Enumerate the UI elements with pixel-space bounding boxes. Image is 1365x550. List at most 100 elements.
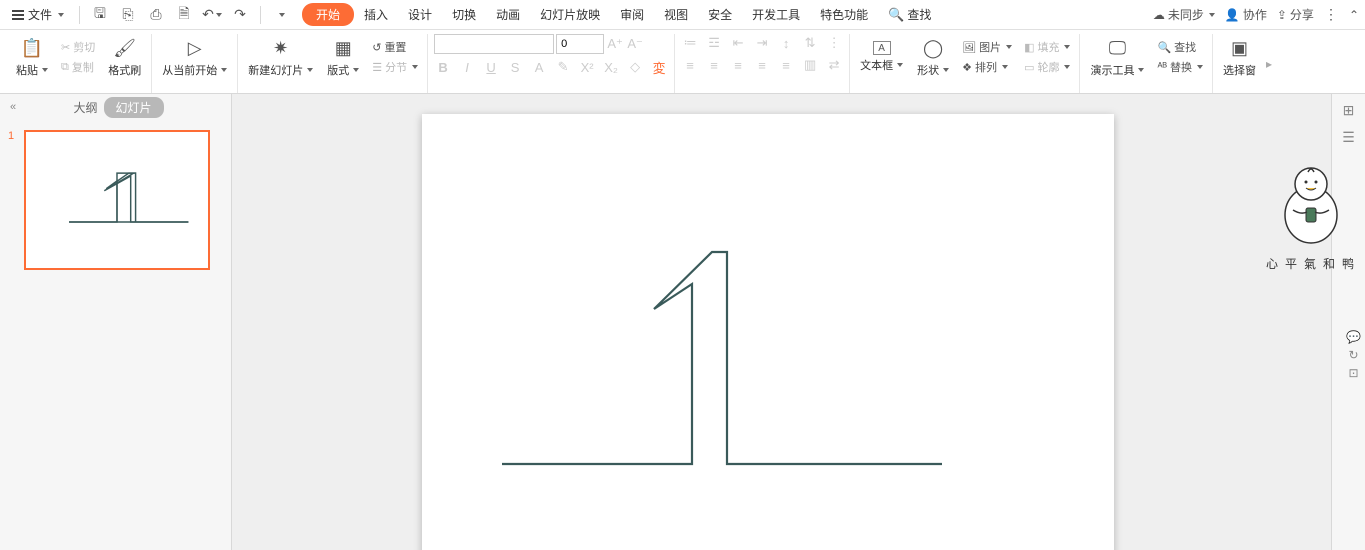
format-painter-button[interactable]: 🖌 格式刷: [104, 34, 145, 80]
tab-security[interactable]: 安全: [698, 2, 742, 27]
tab-start[interactable]: 开始: [302, 3, 354, 26]
ribbon-overflow-icon[interactable]: ▸: [1266, 34, 1272, 93]
sync-status[interactable]: ☁ 未同步: [1153, 6, 1215, 23]
shape-button[interactable]: ◯ 形状: [913, 34, 953, 80]
sections-button[interactable]: ☰分节: [369, 58, 421, 76]
cloud-icon: ☁: [1153, 8, 1165, 22]
selection-pane-icon: ▣: [1228, 36, 1252, 60]
justify-icon[interactable]: ≡: [753, 56, 771, 74]
arrange-icon: ❖: [962, 61, 972, 74]
highlight-icon[interactable]: ✎: [554, 58, 572, 76]
replace-button[interactable]: ᴬᴮ替换: [1154, 58, 1206, 76]
redo-icon[interactable]: ↷: [229, 4, 251, 26]
tab-design[interactable]: 设计: [398, 2, 442, 27]
pinyin-icon[interactable]: 変: [650, 58, 668, 76]
decrease-font-icon[interactable]: A⁻: [626, 35, 644, 53]
columns-icon[interactable]: ▥: [801, 56, 819, 74]
strike-icon[interactable]: S: [506, 58, 524, 76]
tab-view[interactable]: 视图: [654, 2, 698, 27]
close-mascot-icon[interactable]: ⊡: [1346, 366, 1361, 380]
indent-left-icon[interactable]: ⇤: [729, 34, 747, 52]
indent-right-icon[interactable]: ⇥: [753, 34, 771, 52]
slide-thumbnail-1[interactable]: [24, 130, 210, 270]
tab-stops-icon[interactable]: ⇄: [825, 56, 843, 74]
font-size-input[interactable]: [556, 34, 604, 54]
textbox-icon: A: [873, 41, 891, 55]
search-label: 查找: [907, 6, 931, 23]
tab-devtools[interactable]: 开发工具: [742, 2, 810, 27]
search-button[interactable]: 🔍 查找: [878, 2, 941, 27]
outline-button[interactable]: ▭轮廓: [1021, 58, 1073, 76]
new-slide-button[interactable]: ✷ 新建幻灯片: [244, 34, 317, 80]
save-icon[interactable]: 🖫: [89, 4, 111, 26]
cut-button[interactable]: ✂剪切: [58, 38, 98, 56]
hamburger-icon: [12, 10, 24, 20]
tab-insert[interactable]: 插入: [354, 2, 398, 27]
font-family-input[interactable]: [434, 34, 554, 54]
quick-access: 文件 🖫 ⎘ ⎙ 🗎 ↶ ↷: [6, 4, 292, 26]
arrange-button[interactable]: ❖排列: [959, 58, 1015, 76]
align-center-icon[interactable]: ≡: [705, 56, 723, 74]
demo-tools-button[interactable]: 🖵 演示工具: [1086, 34, 1148, 80]
textbox-button[interactable]: A 文本框: [856, 39, 907, 75]
align-right-icon[interactable]: ≡: [729, 56, 747, 74]
tab-transition[interactable]: 切换: [442, 2, 486, 27]
clear-format-icon[interactable]: ◇: [626, 58, 644, 76]
text-direction-icon[interactable]: ⇅: [801, 34, 819, 52]
reset-button[interactable]: ↺重置: [369, 38, 421, 56]
print-icon[interactable]: ⎙: [145, 4, 167, 26]
line-spacing-icon[interactable]: ↕: [777, 34, 795, 52]
align-left-icon[interactable]: ≡: [681, 56, 699, 74]
superscript-icon[interactable]: X²: [578, 58, 596, 76]
increase-font-icon[interactable]: A⁺: [606, 35, 624, 53]
mascot: 💬 ↻ ⊡ 心 平 氣 和 鸭: [1261, 160, 1361, 272]
print-preview-icon[interactable]: 🗎: [173, 4, 195, 26]
numbering-icon[interactable]: ☲: [705, 34, 723, 52]
play-from-current-button[interactable]: ▷ 从当前开始: [158, 34, 231, 80]
duck-icon: [1271, 160, 1351, 250]
underline-icon[interactable]: U: [482, 58, 500, 76]
refresh-icon[interactable]: ↻: [1346, 348, 1361, 362]
selection-pane-button[interactable]: ▣ 选择窗: [1219, 34, 1260, 80]
font-color-icon[interactable]: A: [530, 58, 548, 76]
tab-review[interactable]: 审阅: [610, 2, 654, 27]
outline-tab[interactable]: 大纲: [67, 97, 103, 118]
new-slide-icon: ✷: [269, 36, 293, 60]
bold-icon[interactable]: B: [434, 58, 452, 76]
tab-special[interactable]: 特色功能: [810, 2, 878, 27]
find-button[interactable]: 🔍查找: [1154, 38, 1206, 56]
canvas[interactable]: [232, 94, 1331, 550]
picture-button[interactable]: 🖼图片: [959, 38, 1015, 56]
paste-button[interactable]: 📋 粘贴: [12, 34, 52, 80]
customize-qat-icon[interactable]: [270, 4, 292, 26]
distribute-icon[interactable]: ≡: [777, 56, 795, 74]
group-font: A⁺ A⁻ B I U S A ✎ X² X₂ ◇ 変: [428, 34, 675, 93]
file-menu-button[interactable]: 文件: [6, 4, 70, 25]
undo-icon[interactable]: ↶: [201, 4, 223, 26]
subscript-icon[interactable]: X₂: [602, 58, 620, 76]
bullets-icon[interactable]: ≔: [681, 34, 699, 52]
more-menu[interactable]: ⋮: [1324, 6, 1339, 23]
rail-item-2[interactable]: ☰: [1342, 129, 1355, 146]
layout-button[interactable]: ▦ 版式: [323, 34, 363, 80]
fill-button[interactable]: ◧填充: [1021, 38, 1073, 56]
copy-button[interactable]: ⧉复制: [58, 58, 98, 76]
export-icon[interactable]: ⎘: [117, 4, 139, 26]
shape-icon: ◯: [921, 36, 945, 60]
collab-button[interactable]: 👤 协作: [1225, 6, 1267, 23]
align-text-icon[interactable]: ⋮: [825, 34, 843, 52]
rail-item-1[interactable]: ⊞: [1343, 102, 1355, 119]
monitor-icon: 🖵: [1105, 36, 1129, 60]
fill-icon: ◧: [1024, 41, 1034, 54]
replace-icon: ᴬᴮ: [1157, 61, 1167, 73]
slide-1[interactable]: [422, 114, 1114, 550]
collapse-panel-icon[interactable]: «: [10, 101, 16, 113]
italic-icon[interactable]: I: [458, 58, 476, 76]
bubble-icon[interactable]: 💬: [1346, 330, 1361, 344]
share-button[interactable]: ⇪ 分享: [1277, 6, 1314, 23]
chevron-down-icon: [1209, 13, 1215, 17]
collapse-ribbon-button[interactable]: ⌃: [1349, 8, 1359, 22]
tab-animation[interactable]: 动画: [486, 2, 530, 27]
slides-tab[interactable]: 幻灯片: [104, 97, 164, 118]
tab-slideshow[interactable]: 幻灯片放映: [530, 2, 610, 27]
